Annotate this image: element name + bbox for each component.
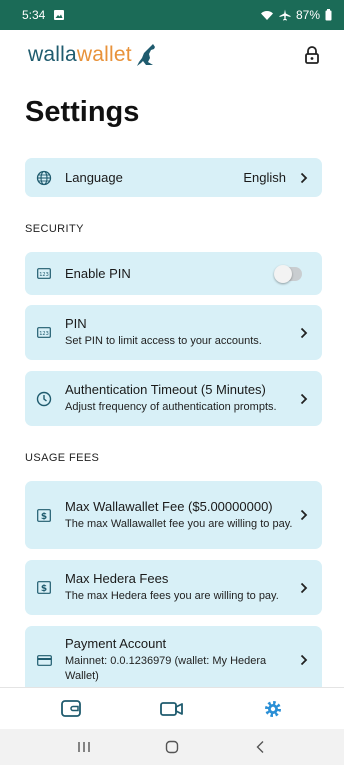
max-wallawallet-fee-subtitle: The max Wallawallet fee you are willing … [65, 517, 293, 530]
lock-button[interactable] [300, 43, 324, 67]
svg-text:$: $ [41, 584, 47, 594]
bottom-navigation [0, 687, 344, 729]
pin-pad-icon: 123 [35, 265, 53, 283]
battery-icon [325, 9, 332, 21]
pin-subtitle: Set PIN to limit access to your accounts… [65, 335, 262, 348]
chevron-right-icon [298, 327, 310, 339]
language-label: Language [65, 170, 123, 185]
settings-gear-icon [263, 699, 283, 719]
system-navigation-bar [0, 729, 344, 765]
page-title: Settings [25, 96, 140, 128]
credit-card-icon [35, 651, 53, 669]
auth-timeout-subtitle: Adjust frequency of authentication promp… [65, 401, 277, 414]
chevron-right-icon [298, 509, 310, 521]
recent-apps-icon [77, 741, 91, 753]
security-section-heading: SECURITY [25, 223, 84, 235]
max-wallawallet-fee-title: Max Wallawallet Fee ($5.00000000) [65, 498, 273, 514]
chevron-right-icon [298, 582, 310, 594]
svg-text:$: $ [41, 512, 47, 522]
chevron-right-icon [298, 393, 310, 405]
max-hedera-fees-setting[interactable]: $ Max Hedera Fees The max Hedera fees yo… [25, 560, 322, 615]
home-icon [165, 740, 179, 754]
airplane-icon [279, 9, 291, 21]
language-value: English [243, 170, 286, 185]
language-setting[interactable]: Language English [25, 158, 322, 197]
video-icon [160, 701, 184, 717]
pin-title: PIN [65, 316, 87, 332]
image-notification-icon [53, 9, 65, 21]
nav-wallet-button[interactable] [49, 691, 93, 727]
battery-percentage: 87% [295, 8, 320, 22]
pin-setting[interactable]: 123 PIN Set PIN to limit access to your … [25, 305, 322, 360]
usage-fees-section-heading: USAGE FEES [25, 452, 100, 464]
logo-text-part2: wallet [76, 43, 132, 66]
pin-pad-icon: 123 [35, 324, 53, 342]
chevron-right-icon [298, 172, 310, 184]
authentication-timeout-setting[interactable]: Authentication Timeout (5 Minutes) Adjus… [25, 371, 322, 426]
svg-text:123: 123 [39, 331, 49, 337]
auth-timeout-title: Authentication Timeout (5 Minutes) [65, 382, 266, 398]
svg-text:123: 123 [39, 272, 49, 278]
max-hedera-fees-title: Max Hedera Fees [65, 571, 169, 587]
enable-pin-setting: 123 Enable PIN [25, 252, 322, 295]
status-bar: 5:34 87% [0, 0, 344, 30]
payment-account-subtitle: Mainnet: 0.0.1236979 (wallet: My Hedera … [65, 655, 267, 682]
status-time: 5:34 [22, 8, 46, 22]
app-header: walla wallet [0, 30, 344, 80]
globe-icon [35, 169, 53, 187]
max-wallawallet-fee-setting[interactable]: $ Max Wallawallet Fee ($5.00000000) The … [25, 481, 322, 549]
chevron-right-icon [298, 654, 310, 666]
nav-settings-button[interactable] [251, 691, 295, 727]
enable-pin-toggle[interactable] [274, 264, 302, 283]
dollar-icon: $ [35, 506, 53, 524]
wifi-icon [260, 10, 274, 21]
max-hedera-fees-subtitle: The max Hedera fees you are willing to p… [65, 590, 279, 603]
recent-apps-button[interactable] [64, 732, 104, 762]
clock-icon [35, 390, 53, 408]
back-button[interactable] [240, 732, 280, 762]
toggle-knob [274, 264, 292, 283]
wallet-icon [60, 700, 81, 717]
logo-text-part1: walla [28, 43, 77, 66]
kangaroo-icon [133, 42, 159, 68]
payment-account-title: Payment Account [65, 636, 167, 652]
wallawallet-logo: walla wallet [28, 42, 159, 68]
enable-pin-label: Enable PIN [65, 266, 131, 281]
dollar-icon: $ [35, 579, 53, 597]
nav-video-button[interactable] [150, 691, 194, 727]
payment-account-setting[interactable]: Payment Account Mainnet: 0.0.1236979 (wa… [25, 626, 322, 694]
back-icon [255, 740, 265, 754]
lock-icon [304, 46, 320, 64]
home-button[interactable] [152, 732, 192, 762]
